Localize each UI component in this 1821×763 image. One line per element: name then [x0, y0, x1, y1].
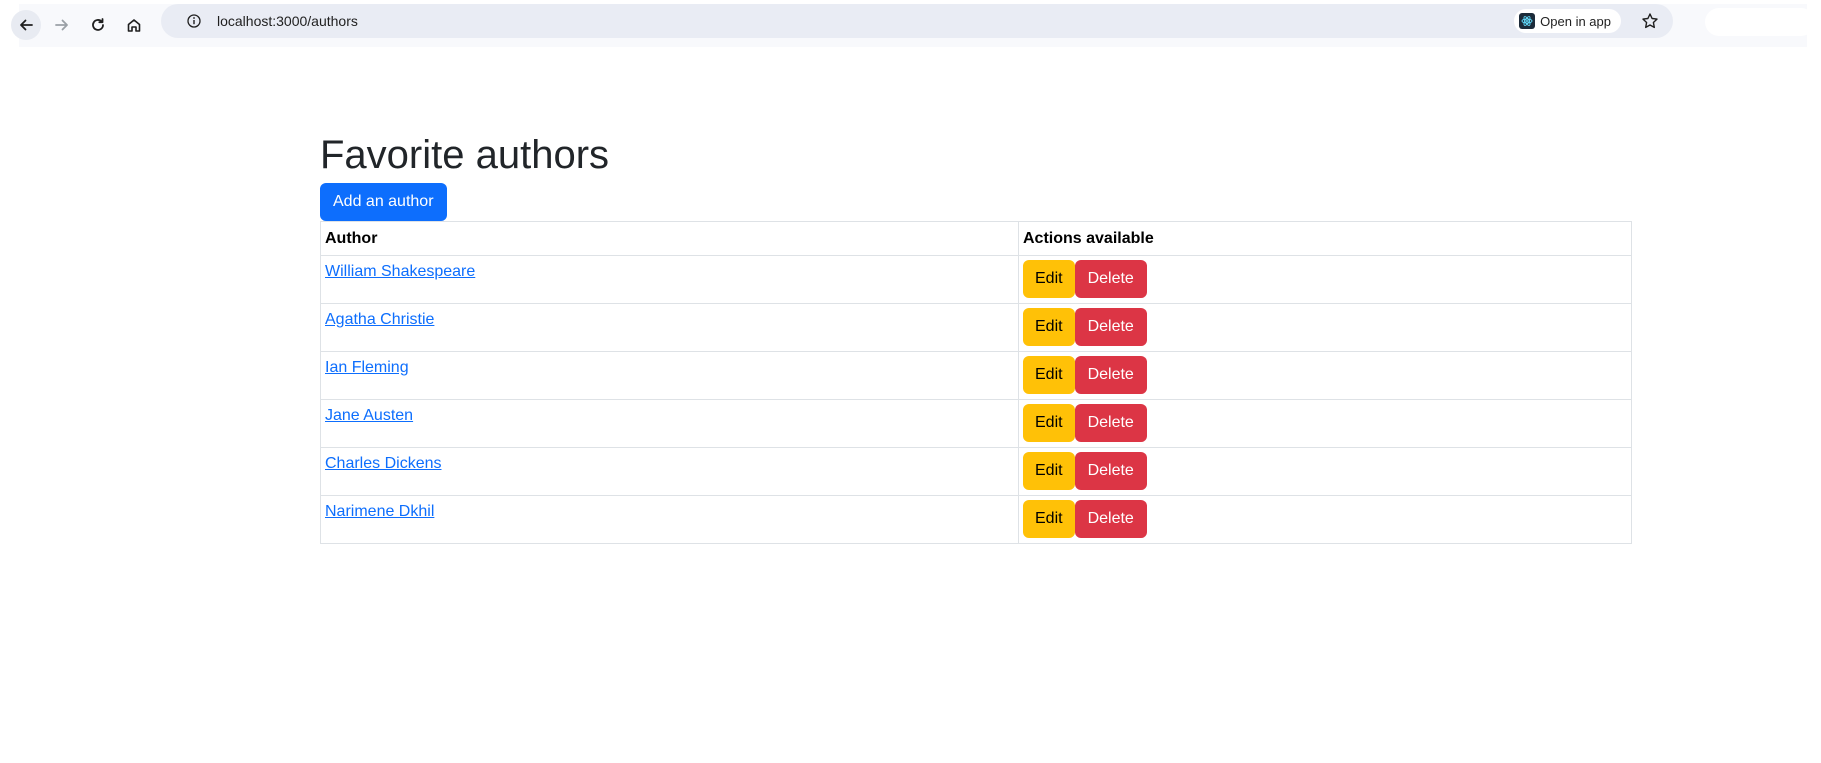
add-author-button[interactable]: Add an author [320, 183, 447, 221]
main-content: Favorite authors Add an author Author Ac… [320, 127, 1632, 544]
author-link[interactable]: Ian Fleming [325, 359, 409, 376]
delete-button[interactable]: Delete [1074, 308, 1147, 346]
table-row: Agatha Christie Edit Delete [320, 303, 1632, 352]
author-link[interactable]: Jane Austen [325, 407, 413, 424]
address-bar[interactable]: localhost:3000/authors Open in app [161, 4, 1673, 38]
reload-icon [92, 18, 104, 31]
arrow-left-icon [20, 19, 33, 31]
table-header-row: Author Actions available [320, 221, 1632, 256]
arrow-right-icon [55, 19, 68, 31]
delete-button[interactable]: Delete [1074, 500, 1147, 538]
browser-toolbar: localhost:3000/authors Open in app [11, 4, 1815, 47]
authors-table: Author Actions available William Shakesp… [320, 221, 1632, 544]
author-link[interactable]: Narimene Dkhil [325, 503, 434, 520]
table-row: William Shakespeare Edit Delete [320, 255, 1632, 304]
open-in-app-button[interactable]: Open in app [1514, 9, 1621, 33]
actions-cell: Edit Delete [1018, 495, 1632, 544]
table-row: Jane Austen Edit Delete [320, 399, 1632, 448]
info-icon[interactable] [187, 14, 201, 28]
back-button[interactable] [11, 10, 41, 40]
author-column-header: Author [320, 221, 1019, 256]
edit-button[interactable]: Edit [1023, 308, 1075, 346]
actions-cell: Edit Delete [1018, 255, 1632, 304]
reload-button[interactable] [83, 10, 113, 40]
url-text[interactable]: localhost:3000/authors [217, 4, 358, 38]
page-title: Favorite authors [320, 133, 610, 177]
author-cell: Ian Fleming [320, 351, 1019, 400]
table-row: Ian Fleming Edit Delete [320, 351, 1632, 400]
edit-button[interactable]: Edit [1023, 404, 1075, 442]
author-link[interactable]: Charles Dickens [325, 455, 441, 472]
forward-button[interactable] [47, 10, 77, 40]
actions-cell: Edit Delete [1018, 351, 1632, 400]
react-app-icon [1519, 13, 1536, 29]
edit-button[interactable]: Edit [1023, 452, 1075, 490]
table-row: Charles Dickens Edit Delete [320, 447, 1632, 496]
actions-cell: Edit Delete [1018, 399, 1632, 448]
author-link[interactable]: William Shakespeare [325, 263, 475, 280]
actions-column-header: Actions available [1018, 221, 1632, 256]
author-cell: Jane Austen [320, 399, 1019, 448]
author-link[interactable]: Agatha Christie [325, 311, 434, 328]
actions-cell: Edit Delete [1018, 303, 1632, 352]
author-cell: William Shakespeare [320, 255, 1019, 304]
edit-button[interactable]: Edit [1023, 260, 1075, 298]
delete-button[interactable]: Delete [1074, 356, 1147, 394]
delete-button[interactable]: Delete [1074, 452, 1147, 490]
author-cell: Charles Dickens [320, 447, 1019, 496]
home-button[interactable] [119, 10, 149, 40]
edit-button[interactable]: Edit [1023, 500, 1075, 538]
delete-button[interactable]: Delete [1074, 404, 1147, 442]
edit-button[interactable]: Edit [1023, 356, 1075, 394]
author-cell: Agatha Christie [320, 303, 1019, 352]
star-icon[interactable] [1641, 12, 1659, 30]
table-row: Narimene Dkhil Edit Delete [320, 495, 1632, 544]
open-in-app-label: Open in app [1540, 13, 1611, 29]
actions-cell: Edit Delete [1018, 447, 1632, 496]
extensions-area [1705, 8, 1815, 36]
author-cell: Narimene Dkhil [320, 495, 1019, 544]
home-icon [127, 19, 141, 32]
delete-button[interactable]: Delete [1074, 260, 1147, 298]
